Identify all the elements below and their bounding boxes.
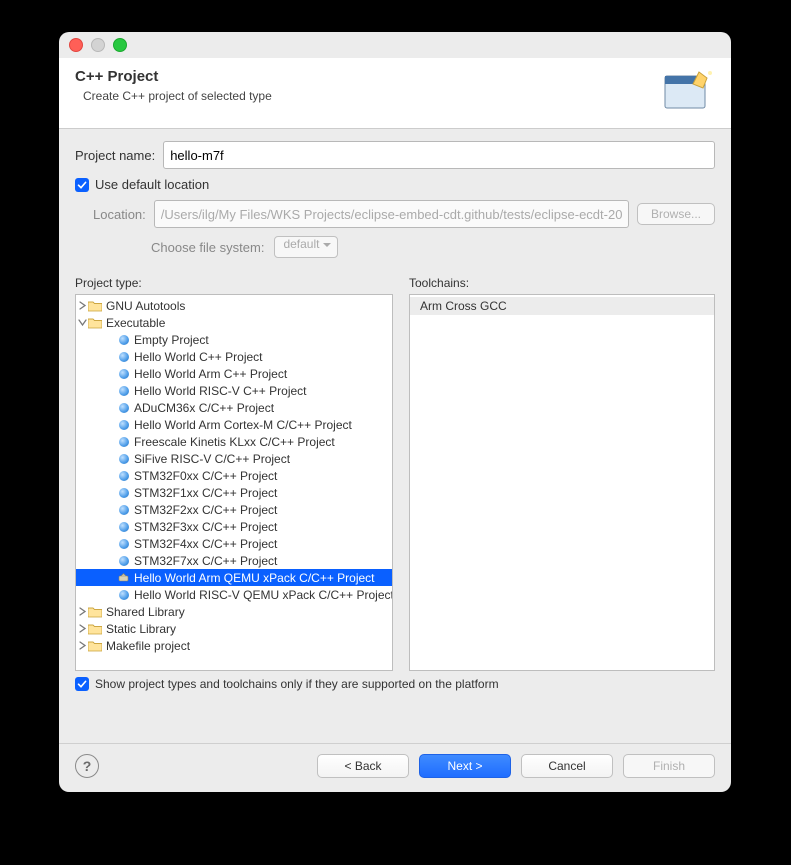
tree-item-label: Hello World C++ Project (134, 350, 263, 364)
tree-item-label: Static Library (106, 622, 176, 636)
template-icon (119, 369, 129, 379)
tree-item-label: Shared Library (106, 605, 185, 619)
location-label: Location: (93, 207, 146, 222)
chevron-right-icon[interactable] (76, 640, 88, 652)
template-icon (119, 403, 129, 413)
tree-item-label: STM32F2xx C/C++ Project (134, 503, 277, 517)
titlebar (59, 32, 731, 58)
toolchains-label: Toolchains: (409, 276, 715, 290)
wizard-subtitle: Create C++ project of selected type (75, 89, 272, 103)
template-icon (119, 539, 129, 549)
close-icon[interactable] (69, 38, 83, 52)
template-icon (119, 335, 129, 345)
tree-item-label: Executable (106, 316, 165, 330)
tree-item-template[interactable]: STM32F3xx C/C++ Project (76, 518, 392, 535)
filter-label: Show project types and toolchains only i… (95, 677, 499, 691)
tree-item-label: Freescale Kinetis KLxx C/C++ Project (134, 435, 335, 449)
tree-item-label: Hello World Arm C++ Project (134, 367, 287, 381)
tree-item-label: Empty Project (134, 333, 209, 347)
cancel-button[interactable]: Cancel (521, 754, 613, 778)
wizard-title: C++ Project (75, 68, 272, 85)
tree-item-template[interactable]: SiFive RISC-V C/C++ Project (76, 450, 392, 467)
tree-item-label: ADuCM36x C/C++ Project (134, 401, 274, 415)
tree-item-template[interactable]: Hello World Arm C++ Project (76, 365, 392, 382)
project-name-label: Project name: (75, 148, 155, 163)
tree-item-template[interactable]: Hello World RISC-V QEMU xPack C/C++ Proj… (76, 586, 392, 603)
minimize-icon (91, 38, 105, 52)
tree-item-label: Hello World Arm QEMU xPack C/C++ Project (134, 571, 375, 585)
filesystem-select: default (274, 236, 338, 258)
project-type-label: Project type: (75, 276, 393, 290)
template-icon (119, 420, 129, 430)
tree-item-executable[interactable]: Executable (76, 314, 392, 331)
use-default-location-checkbox[interactable]: Use default location (75, 177, 715, 192)
tree-item-template[interactable]: STM32F1xx C/C++ Project (76, 484, 392, 501)
template-icon (119, 590, 129, 600)
filter-checkbox[interactable] (75, 677, 89, 691)
tree-item-makefile-project[interactable]: Makefile project (76, 637, 392, 654)
toolchains-list[interactable]: Arm Cross GCC (409, 294, 715, 671)
chevron-right-icon[interactable] (76, 606, 88, 618)
checkbox-checked-icon (75, 178, 89, 192)
template-icon (119, 505, 129, 515)
project-type-tree[interactable]: GNU Autotools Executable Empty Project Hell… (75, 294, 393, 671)
finish-button: Finish (623, 754, 715, 778)
template-icon (119, 522, 129, 532)
template-icon (119, 386, 129, 396)
tree-item-template[interactable]: STM32F4xx C/C++ Project (76, 535, 392, 552)
next-button[interactable]: Next > (419, 754, 511, 778)
tree-item-template[interactable]: Hello World Arm QEMU xPack C/C++ Project (76, 569, 392, 586)
tree-item-template[interactable]: STM32F2xx C/C++ Project (76, 501, 392, 518)
chevron-right-icon[interactable] (76, 300, 88, 312)
toolchain-item[interactable]: Arm Cross GCC (410, 297, 714, 315)
tree-item-label: GNU Autotools (106, 299, 185, 313)
dialog-window: C++ Project Create C++ project of select… (59, 32, 731, 792)
tree-item-label: STM32F7xx C/C++ Project (134, 554, 277, 568)
tree-item-gnu-autotools[interactable]: GNU Autotools (76, 297, 392, 314)
location-input (154, 200, 629, 228)
tree-item-label: STM32F0xx C/C++ Project (134, 469, 277, 483)
tree-item-template[interactable]: Hello World Arm Cortex-M C/C++ Project (76, 416, 392, 433)
tree-item-template[interactable]: ADuCM36x C/C++ Project (76, 399, 392, 416)
tree-item-label: STM32F1xx C/C++ Project (134, 486, 277, 500)
tree-item-template[interactable]: Hello World C++ Project (76, 348, 392, 365)
tree-item-template[interactable]: STM32F7xx C/C++ Project (76, 552, 392, 569)
template-icon (119, 556, 129, 566)
tree-item-label: Makefile project (106, 639, 190, 653)
tree-item-label: Hello World RISC-V QEMU xPack C/C++ Proj… (134, 588, 393, 602)
template-icon (119, 471, 129, 481)
chevron-down-icon[interactable] (76, 317, 88, 329)
browse-button: Browse... (637, 203, 715, 225)
template-icon (119, 488, 129, 498)
tree-item-template[interactable]: Hello World RISC-V C++ Project (76, 382, 392, 399)
use-default-location-label: Use default location (95, 177, 209, 192)
filesystem-label: Choose file system: (151, 240, 264, 255)
maximize-icon[interactable] (113, 38, 127, 52)
wizard-icon (661, 68, 715, 116)
wizard-footer: ? < Back Next > Cancel Finish (59, 743, 731, 792)
tree-item-template[interactable]: Freescale Kinetis KLxx C/C++ Project (76, 433, 392, 450)
chevron-right-icon[interactable] (76, 623, 88, 635)
form-area: Project name: Use default location Locat… (59, 129, 731, 272)
tree-item-template[interactable]: Empty Project (76, 331, 392, 348)
tree-item-label: STM32F4xx C/C++ Project (134, 537, 277, 551)
template-icon (119, 437, 129, 447)
tree-item-label: Hello World RISC-V C++ Project (134, 384, 307, 398)
project-name-input[interactable] (163, 141, 715, 169)
help-button[interactable]: ? (75, 754, 99, 778)
tree-item-shared-library[interactable]: Shared Library (76, 603, 392, 620)
tree-item-static-library[interactable]: Static Library (76, 620, 392, 637)
wizard-banner: C++ Project Create C++ project of select… (59, 58, 731, 129)
tree-item-label: SiFive RISC-V C/C++ Project (134, 452, 290, 466)
tree-item-label: Hello World Arm Cortex-M C/C++ Project (134, 418, 352, 432)
template-icon (119, 352, 129, 362)
back-button[interactable]: < Back (317, 754, 409, 778)
tree-item-label: STM32F3xx C/C++ Project (134, 520, 277, 534)
tree-item-template[interactable]: STM32F0xx C/C++ Project (76, 467, 392, 484)
template-icon (119, 454, 129, 464)
